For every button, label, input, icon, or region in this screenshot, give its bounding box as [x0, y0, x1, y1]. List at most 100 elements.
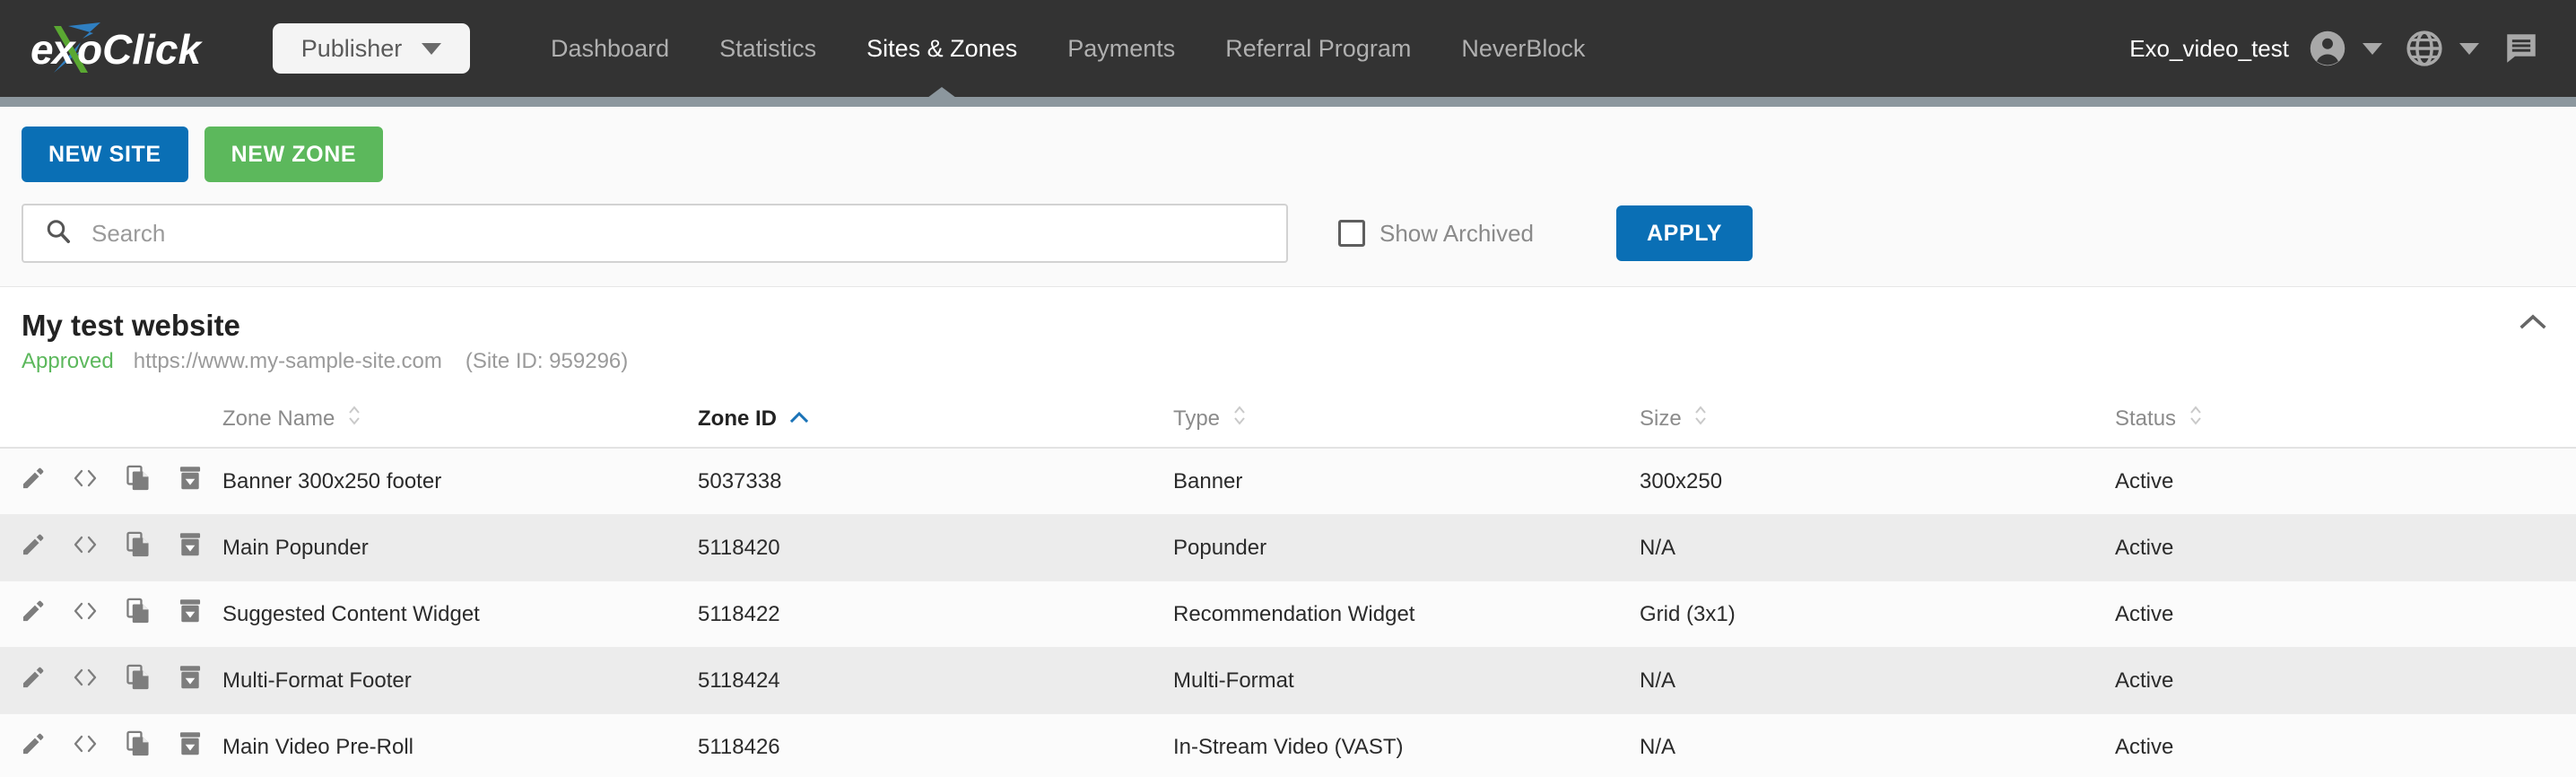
show-archived-checkbox-row[interactable]: Show Archived [1338, 220, 1534, 248]
site-url[interactable]: https://www.my-sample-site.com [134, 349, 442, 374]
table-row[interactable]: Banner 300x250 footer 5037338 Banner 300x25… [0, 448, 2576, 516]
search-input[interactable] [22, 204, 1288, 263]
chat-icon[interactable] [2502, 0, 2540, 97]
duplicate-icon[interactable] [126, 598, 151, 631]
table-row[interactable]: Main Video Pre-Roll 5118426 In-Stream Vide… [0, 713, 2576, 777]
primary-actions-toolbar: NEW SITE NEW ZONE [0, 107, 2576, 200]
cell-zone-name: Banner 300x250 footer [222, 448, 698, 516]
svg-text:oClick: oClick [77, 26, 203, 73]
archive-icon[interactable] [178, 531, 203, 564]
archive-icon[interactable] [178, 730, 203, 764]
archive-icon[interactable] [178, 598, 203, 631]
table-row[interactable]: Main Popunder 5118420 Popunder N/A Active [0, 514, 2576, 582]
duplicate-icon[interactable] [126, 664, 151, 697]
cell-type: In-Stream Video (VAST) [1173, 713, 1640, 777]
cell-status: Active [2115, 647, 2576, 715]
user-avatar-icon[interactable] [2309, 0, 2346, 97]
apply-button[interactable]: APPLY [1615, 205, 1754, 261]
nav-item-dashboard[interactable]: Dashboard [526, 0, 694, 97]
role-selector-label: Publisher [300, 34, 403, 62]
svg-text:x: x [49, 26, 77, 73]
cell-type: Multi-Format [1173, 647, 1640, 715]
cell-zone-id: 5118422 [698, 581, 1173, 649]
cell-type: Banner [1173, 448, 1640, 516]
code-icon[interactable] [72, 466, 99, 497]
column-header-zone-name[interactable]: Zone Name [222, 390, 698, 450]
globe-icon[interactable] [2406, 0, 2443, 97]
table-row[interactable]: Multi-Format Footer 5118424 Multi-Format N/… [0, 647, 2576, 715]
cell-zone-id: 5118420 [698, 514, 1173, 582]
cell-status: Active [2115, 448, 2576, 516]
column-header-zone-id[interactable]: Zone ID [698, 390, 1173, 450]
nav-item-statistics[interactable]: Statistics [694, 0, 841, 97]
row-action-icons [0, 664, 222, 697]
show-archived-label: Show Archived [1379, 219, 1534, 247]
cell-actions [0, 647, 222, 715]
sort-ascending-icon [789, 406, 809, 432]
new-zone-button[interactable]: NEW ZONE [204, 127, 384, 182]
top-bar-right-cluster: Exo_video_test [2129, 0, 2546, 97]
code-icon[interactable] [72, 665, 99, 696]
cell-actions [0, 448, 222, 516]
cell-status: Active [2115, 713, 2576, 777]
svg-text:e: e [30, 26, 54, 73]
search-field-wrapper [22, 204, 1288, 263]
user-menu-chevron-down-icon[interactable] [2363, 42, 2382, 55]
column-header-size[interactable]: Size [1640, 390, 2115, 450]
nav-item-payments[interactable]: Payments [1042, 0, 1200, 97]
column-header-type[interactable]: Type [1173, 390, 1640, 450]
cell-zone-name: Main Video Pre-Roll [222, 713, 698, 777]
page-body: NEW SITE NEW ZONE Show Archived APPLY My… [0, 107, 2576, 777]
nav-item-neverblock[interactable]: NeverBlock [1436, 0, 1610, 97]
duplicate-icon[interactable] [126, 531, 151, 564]
table-row[interactable]: Suggested Content Widget 5118422 Recommend… [0, 581, 2576, 649]
edit-icon[interactable] [20, 598, 45, 630]
duplicate-icon[interactable] [126, 465, 151, 498]
cell-actions [0, 581, 222, 649]
new-site-button[interactable]: NEW SITE [22, 127, 188, 182]
sort-unsorted-icon [1693, 404, 1708, 433]
row-action-icons [0, 598, 222, 631]
edit-icon[interactable] [20, 665, 45, 696]
code-icon[interactable] [72, 598, 99, 630]
language-menu-chevron-down-icon[interactable] [2459, 42, 2479, 55]
cell-zone-name: Main Popunder [222, 514, 698, 582]
filter-toolbar: Show Archived APPLY [0, 200, 2576, 286]
chevron-up-icon[interactable] [2517, 310, 2549, 334]
row-action-icons [0, 531, 222, 564]
column-header-size-label: Size [1640, 406, 1682, 432]
column-header-status[interactable]: Status [2115, 390, 2576, 450]
cell-status: Active [2115, 581, 2576, 649]
row-action-icons [0, 730, 222, 764]
cell-zone-id: 5118424 [698, 647, 1173, 715]
nav-item-referral-program[interactable]: Referral Program [1200, 0, 1436, 97]
site-name: My test website [22, 309, 240, 342]
cell-zone-id: 5118426 [698, 713, 1173, 777]
column-header-zone-name-label: Zone Name [222, 406, 335, 432]
nav-item-sites-and-zones[interactable]: Sites & Zones [841, 0, 1042, 97]
edit-icon[interactable] [20, 466, 45, 497]
duplicate-icon[interactable] [126, 730, 151, 764]
cell-type: Recommendation Widget [1173, 581, 1640, 649]
code-icon[interactable] [72, 532, 99, 563]
exoclick-logo[interactable]: e x oClick [30, 0, 271, 97]
archive-icon[interactable] [178, 465, 203, 498]
site-panel: My test website Approved https://www.my-… [0, 286, 2576, 777]
cell-size: N/A [1640, 514, 2115, 582]
edit-icon[interactable] [20, 532, 45, 563]
site-approval-status: Approved [22, 349, 114, 374]
column-header-zone-id-label: Zone ID [698, 406, 777, 432]
row-action-icons [0, 465, 222, 498]
sort-unsorted-icon [2189, 404, 2203, 433]
edit-icon[interactable] [20, 731, 45, 763]
sort-unsorted-icon [347, 404, 361, 433]
archive-icon[interactable] [178, 664, 203, 697]
code-icon[interactable] [72, 731, 99, 763]
sort-unsorted-icon [1232, 404, 1247, 433]
site-id-label: (Site ID: 959296) [465, 349, 629, 374]
site-header: My test website Approved https://www.my-… [0, 286, 2576, 390]
cell-status: Active [2115, 514, 2576, 582]
role-selector[interactable]: Publisher [273, 23, 470, 74]
cell-size: Grid (3x1) [1640, 581, 2115, 649]
show-archived-checkbox[interactable] [1338, 220, 1365, 247]
